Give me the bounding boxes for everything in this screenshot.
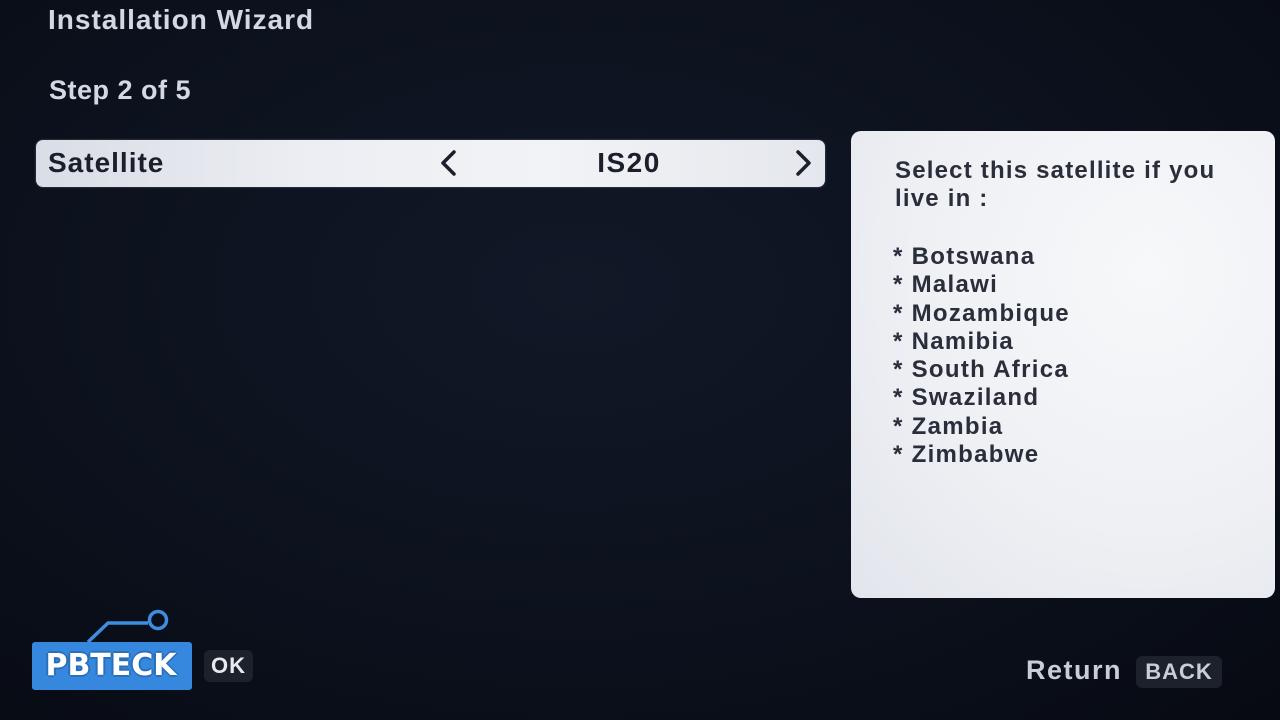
satellite-value: IS20 (597, 147, 661, 178)
country-item: * Botswana (893, 243, 1036, 270)
pbteck-logo: PBTECK (30, 606, 196, 692)
satellite-label: Satellite (48, 147, 165, 178)
country-item: * Zambia (893, 412, 1004, 440)
chevron-right-icon[interactable] (788, 146, 818, 180)
back-key-badge[interactable]: BACK (1136, 656, 1222, 688)
step-indicator: Step 2 of 5 (49, 75, 192, 105)
country-item: * Namibia (893, 327, 1015, 355)
country-list: * Botswana * Malawi * Mozambique * Namib… (893, 243, 1070, 469)
return-label: Return (1026, 655, 1122, 685)
chevron-left-icon[interactable] (434, 146, 464, 180)
info-description: Select this satellite if you live in : (895, 157, 1216, 212)
wizard-title: Installation Wizard (48, 4, 315, 35)
country-item: * South Africa (893, 356, 1069, 384)
satellite-selector[interactable]: Satellite IS20 (36, 140, 825, 187)
country-item: * Mozambique (893, 299, 1070, 327)
info-panel: Select this satellite if you live in : *… (851, 131, 1275, 598)
country-item: * Malawi (893, 271, 999, 299)
logo-text: PBTECK (45, 648, 177, 683)
country-item: * Zimbabwe (893, 441, 1040, 469)
country-item: * Swaziland (893, 384, 1040, 412)
ok-key-badge[interactable]: OK (204, 650, 253, 682)
